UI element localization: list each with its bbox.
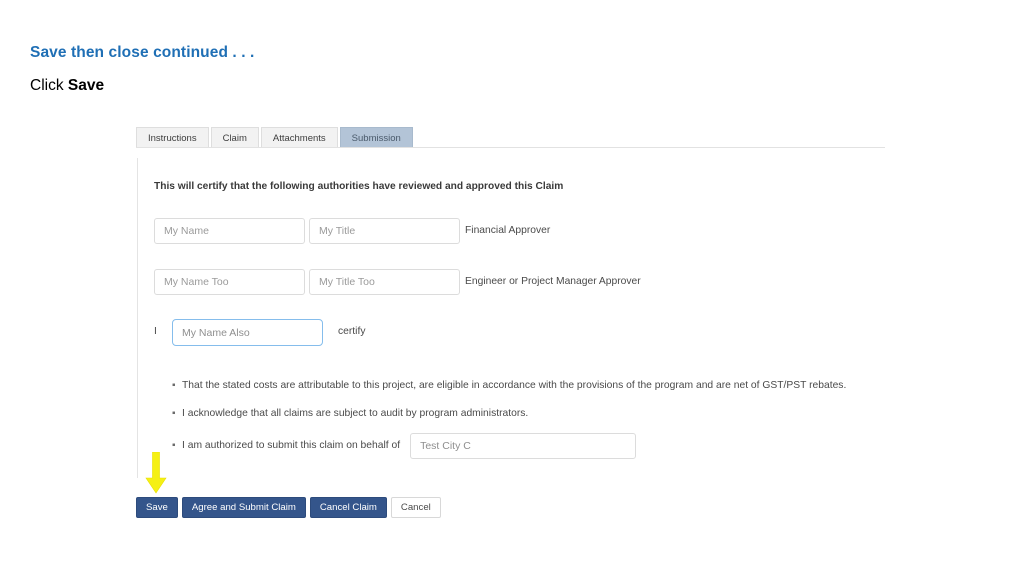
bullet-text: That the stated costs are attributable t… [182,379,847,391]
list-item: ▪ That the stated costs are attributable… [172,377,892,395]
certification-bullet-list: ▪ That the stated costs are attributable… [172,377,892,459]
tab-attachments[interactable]: Attachments [260,127,338,148]
on-behalf-of-input[interactable]: Test City C [410,433,637,459]
certification-heading: This will certify that the following aut… [154,181,564,192]
tab-submission[interactable]: Submission [339,127,413,148]
financial-approver-title-input[interactable]: My Title [309,218,460,244]
bullet-marker-icon: ▪ [172,380,176,391]
financial-approver-label: Financial Approver [465,225,551,236]
tab-instructions[interactable]: Instructions [136,127,209,148]
certify-row-suffix: certify [338,326,366,337]
list-item: ▪ I am authorized to submit this claim o… [172,433,892,459]
save-button[interactable]: Save [136,497,178,518]
list-item: ▪ I acknowledge that all claims are subj… [172,405,892,423]
cancel-button[interactable]: Cancel [390,497,441,518]
certifier-name-input[interactable]: My Name Also [172,319,323,346]
agree-and-submit-claim-button[interactable]: Agree and Submit Claim [181,497,306,518]
engineer-approver-label: Engineer or Project Manager Approver [465,276,641,287]
tab-claim[interactable]: Claim [210,127,259,148]
claim-application-screenshot: Instructions Claim Attachments Submissio… [0,0,1024,576]
certify-row-prefix: I [154,326,157,337]
cancel-claim-button[interactable]: Cancel Claim [309,497,387,518]
bullet-marker-icon: ▪ [172,440,176,451]
bullet-marker-icon: ▪ [172,408,176,419]
yellow-down-arrow-annotation-icon [145,451,167,494]
financial-approver-name-input[interactable]: My Name [154,218,305,244]
tab-strip-divider [136,147,885,148]
engineer-approver-title-input[interactable]: My Title Too [309,269,460,295]
engineer-approver-name-input[interactable]: My Name Too [154,269,305,295]
tab-strip: Instructions Claim Attachments Submissio… [136,127,413,148]
form-action-buttons: Save Agree and Submit Claim Cancel Claim… [136,497,441,518]
bullet-text: I am authorized to submit this claim on … [182,439,401,451]
panel-left-divider [137,158,138,478]
bullet-text: I acknowledge that all claims are subjec… [182,407,529,419]
